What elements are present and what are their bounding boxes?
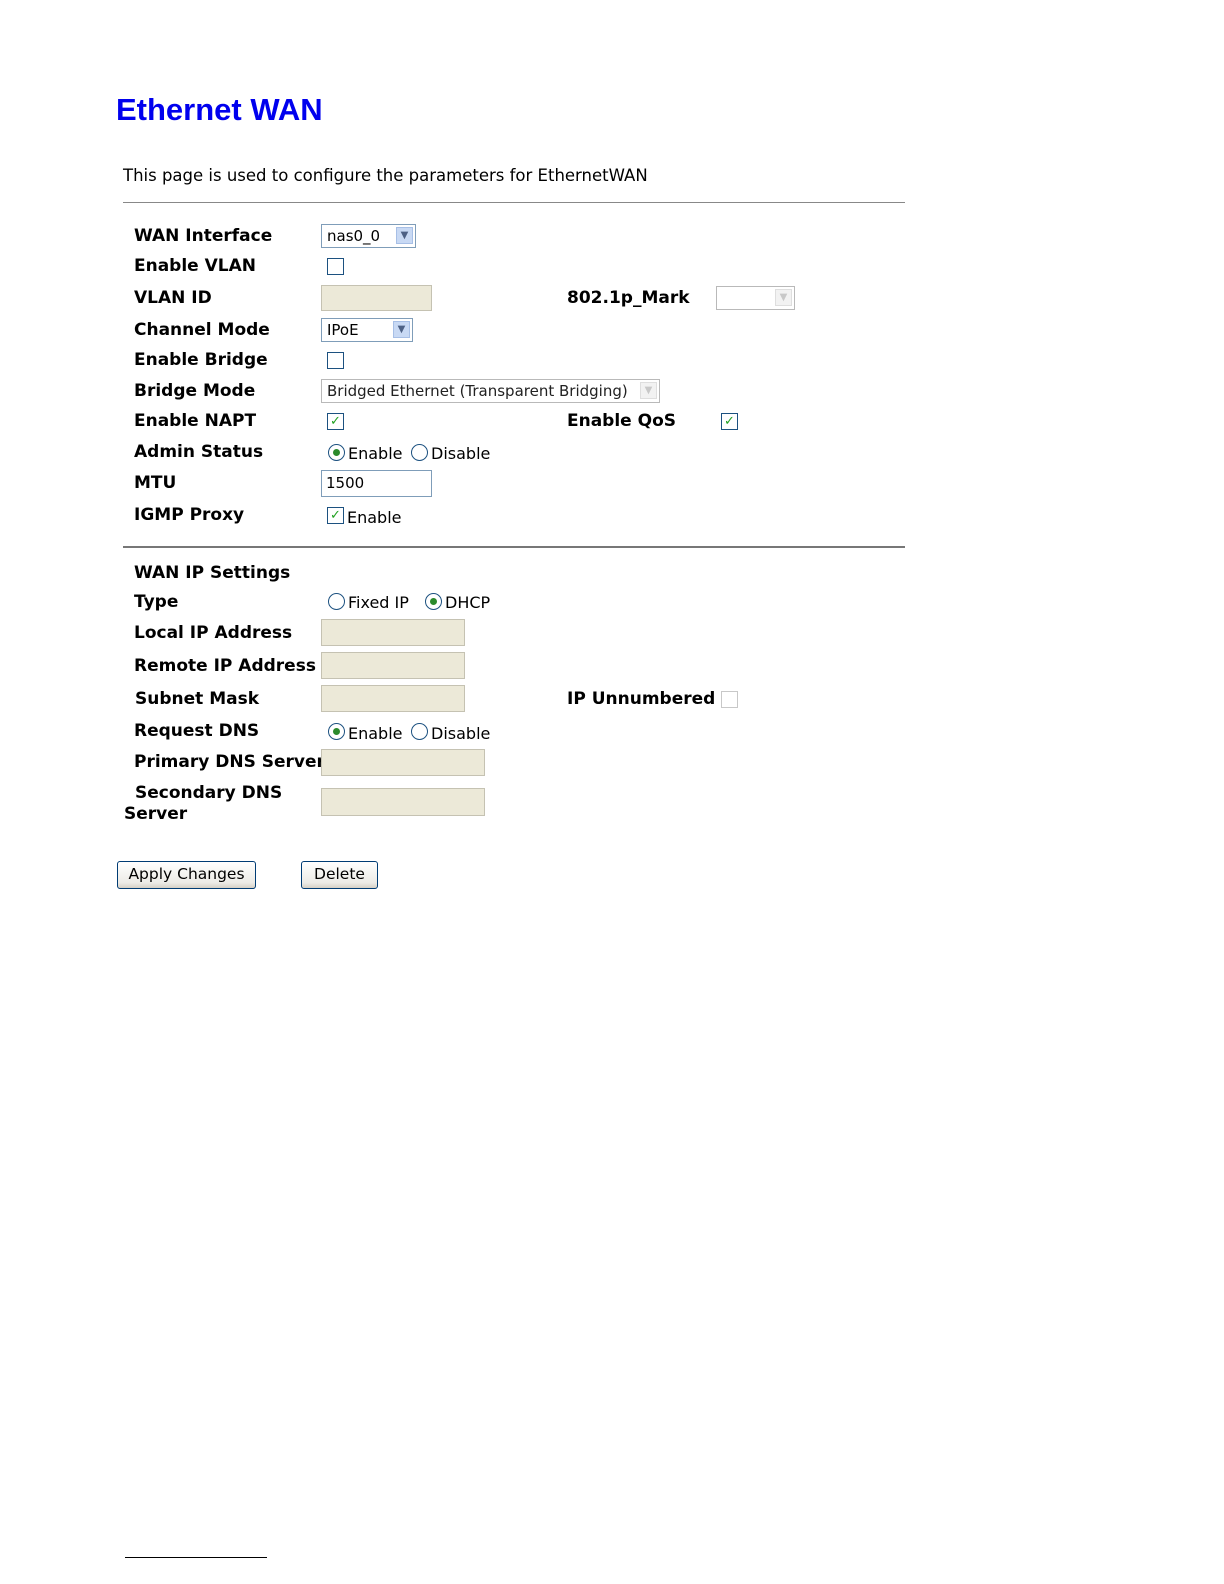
radio-dot-icon [333, 449, 340, 456]
enable-qos-label: Enable QoS [567, 411, 677, 431]
divider [123, 546, 905, 548]
page-description: This page is used to configure the param… [123, 166, 648, 185]
ip-type-label: Type [134, 592, 179, 612]
local-ip-label: Local IP Address [134, 623, 293, 643]
channel-mode-label: Channel Mode [134, 320, 270, 340]
enable-napt-label: Enable NAPT [134, 411, 257, 431]
remote-ip-label: Remote IP Address [134, 656, 316, 676]
secondary-dns-label-line2: Server [124, 804, 188, 824]
footer-divider [125, 1557, 267, 1558]
ip-type-fixed-radio[interactable] [328, 593, 345, 610]
enable-qos-checkbox[interactable]: ✓ [721, 413, 738, 430]
primary-dns-label: Primary DNS Server [134, 752, 325, 772]
subnet-mask-input[interactable] [321, 685, 465, 712]
wan-ip-settings-heading: WAN IP Settings [134, 563, 291, 583]
ip-type-dhcp-label: DHCP [445, 593, 491, 612]
chevron-down-icon: ▼ [775, 289, 792, 306]
admin-status-enable-label: Enable [348, 444, 403, 463]
secondary-dns-label-line1: Secondary DNS [135, 783, 283, 803]
mtu-input[interactable]: 1500 [321, 470, 432, 497]
radio-dot-icon [333, 728, 340, 735]
chevron-down-icon: ▼ [640, 382, 657, 399]
enable-bridge-checkbox[interactable] [327, 352, 344, 369]
chevron-down-icon: ▼ [393, 321, 410, 338]
wan-interface-value: nas0_0 [327, 227, 381, 245]
wan-interface-label: WAN Interface [134, 226, 273, 246]
admin-status-disable-radio[interactable] [411, 444, 428, 461]
admin-status-disable-label: Disable [431, 444, 491, 463]
request-dns-enable-radio[interactable] [328, 723, 345, 740]
checkmark-icon: ✓ [724, 414, 735, 429]
channel-mode-select[interactable]: IPoE ▼ [321, 318, 413, 342]
enable-napt-checkbox[interactable]: ✓ [327, 413, 344, 430]
igmp-proxy-enable-label: Enable [347, 508, 402, 527]
secondary-dns-input[interactable] [321, 788, 485, 816]
primary-dns-input[interactable] [321, 749, 485, 776]
ip-type-fixed-label: Fixed IP [348, 593, 409, 612]
bridge-mode-value: Bridged Ethernet (Transparent Bridging) [327, 382, 628, 400]
remote-ip-input[interactable] [321, 652, 465, 679]
vlan-id-label: VLAN ID [134, 288, 212, 308]
bridge-mode-select[interactable]: Bridged Ethernet (Transparent Bridging) … [321, 379, 660, 403]
channel-mode-value: IPoE [327, 321, 359, 339]
vlan-id-input[interactable] [321, 285, 432, 311]
admin-status-enable-radio[interactable] [328, 444, 345, 461]
mark-select[interactable]: ▼ [716, 286, 795, 310]
enable-vlan-label: Enable VLAN [134, 256, 257, 276]
divider [123, 202, 905, 203]
apply-changes-button[interactable]: Apply Changes [117, 861, 256, 889]
ip-unnumbered-checkbox[interactable] [721, 691, 738, 708]
mtu-label: MTU [134, 473, 177, 493]
wan-interface-select[interactable]: nas0_0 ▼ [321, 224, 416, 248]
bridge-mode-label: Bridge Mode [134, 381, 256, 401]
radio-dot-icon [430, 598, 437, 605]
mark-label: 802.1p_Mark [567, 288, 690, 308]
ip-unnumbered-label: IP Unnumbered [567, 689, 716, 709]
ip-type-dhcp-radio[interactable] [425, 593, 442, 610]
request-dns-label: Request DNS [134, 721, 260, 741]
admin-status-label: Admin Status [134, 442, 264, 462]
delete-button[interactable]: Delete [301, 861, 378, 889]
igmp-proxy-checkbox[interactable]: ✓ [327, 507, 344, 524]
enable-vlan-checkbox[interactable] [327, 258, 344, 275]
request-dns-disable-label: Disable [431, 724, 491, 743]
checkmark-icon: ✓ [330, 414, 341, 429]
request-dns-enable-label: Enable [348, 724, 403, 743]
checkmark-icon: ✓ [330, 508, 341, 523]
page-title: Ethernet WAN [116, 92, 323, 127]
chevron-down-icon: ▼ [396, 227, 413, 244]
subnet-mask-label: Subnet Mask [135, 689, 260, 709]
igmp-proxy-label: IGMP Proxy [134, 505, 245, 525]
local-ip-input[interactable] [321, 619, 465, 646]
request-dns-disable-radio[interactable] [411, 723, 428, 740]
enable-bridge-label: Enable Bridge [134, 350, 268, 370]
